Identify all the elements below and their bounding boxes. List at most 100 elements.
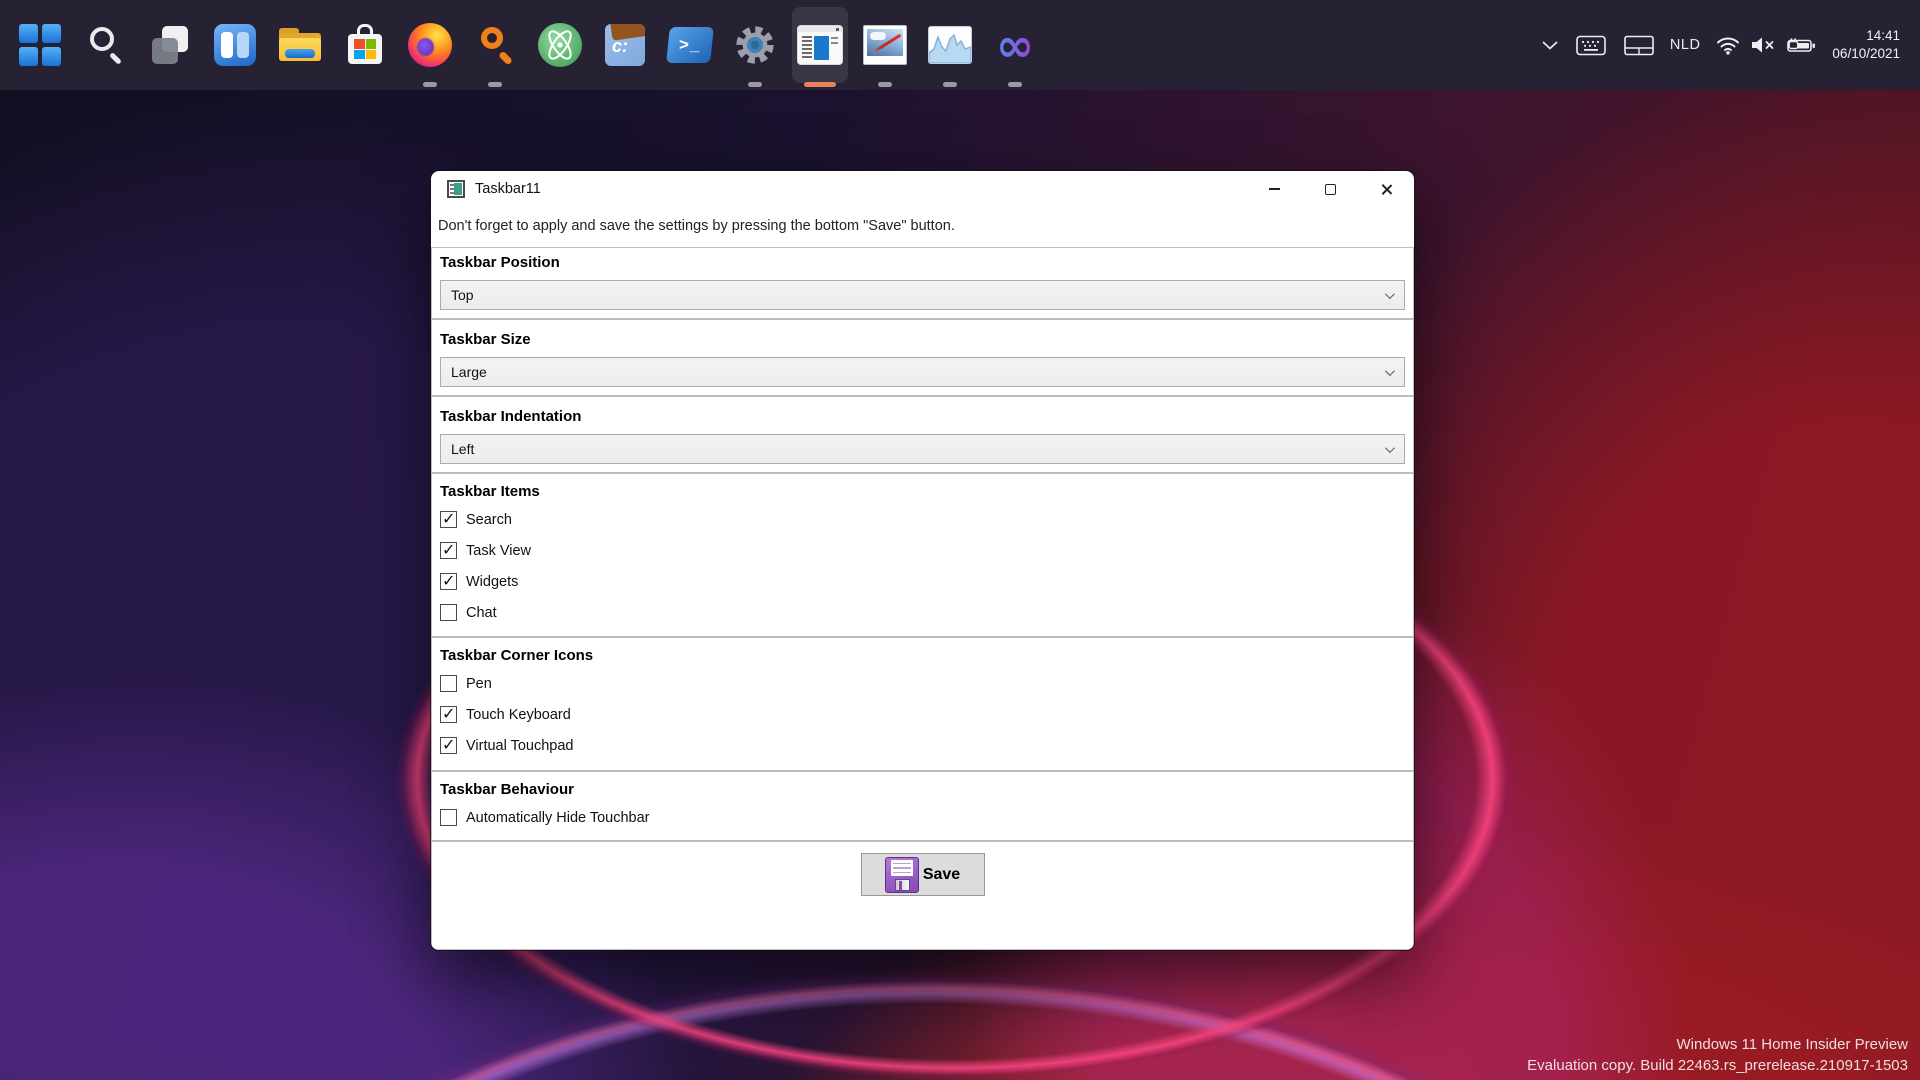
taskbar-app-list: c: >_ [0, 0, 1043, 90]
titlebar[interactable]: Taskbar11 [431, 171, 1414, 207]
checkbox: ✓ [440, 809, 457, 826]
performance-graph-icon [928, 26, 972, 64]
virtual-touchpad-icon[interactable] [1624, 35, 1654, 56]
battery-charging-icon[interactable] [1786, 36, 1816, 54]
tray-time: 14:41 [1832, 27, 1900, 45]
checkbox-virtual-touchpad[interactable]: ✓ Virtual Touchpad [440, 730, 1405, 761]
checkbox: ✓ [440, 737, 457, 754]
evaluation-watermark: Windows 11 Home Insider Preview Evaluati… [1527, 1034, 1908, 1076]
taskbar-app-visual-studio[interactable]: ∞ [987, 7, 1043, 83]
checkbox-task-view[interactable]: ✓ Task View [440, 535, 1405, 566]
search-icon [84, 24, 126, 66]
taskbar-app-everything-search[interactable] [467, 7, 523, 83]
taskbar-app-taskbar11[interactable] [792, 7, 848, 83]
group-label: Taskbar Corner Icons [440, 638, 1405, 664]
visual-studio-infinity-icon: ∞ [996, 25, 1034, 65]
taskbar-app-paint[interactable] [857, 7, 913, 83]
checkbox: ✓ [440, 511, 457, 528]
window-controls [1246, 171, 1414, 207]
checkbox: ✓ [440, 706, 457, 723]
taskbar-app-atom[interactable] [532, 7, 588, 83]
taskbar-app-firefox[interactable] [402, 7, 458, 83]
checkbox: ✓ [440, 604, 457, 621]
save-button[interactable]: Save [861, 853, 985, 896]
taskbar-app-task-view[interactable] [142, 7, 198, 83]
taskbar-app-file-explorer[interactable] [272, 7, 328, 83]
taskbar-size-dropdown[interactable]: Large [440, 357, 1405, 387]
group-label: Taskbar Indentation [440, 397, 1405, 425]
taskbar: c: >_ [0, 0, 1920, 90]
orange-magnifier-icon [473, 23, 517, 67]
language-indicator[interactable]: NLD [1670, 37, 1701, 53]
taskbar-indentation-dropdown[interactable]: Left [440, 434, 1405, 464]
tray-date: 06/10/2021 [1832, 45, 1900, 63]
windows-start-icon [19, 24, 61, 66]
desktop-wallpaper: c: >_ [0, 0, 1920, 1080]
checkbox: ✓ [440, 542, 457, 559]
info-text: Don't forget to apply and save the setti… [438, 218, 955, 234]
chocolatey-icon: c: [605, 24, 645, 66]
widgets-icon [214, 24, 256, 66]
group-label: Taskbar Behaviour [440, 772, 1405, 798]
taskbar-app-powershell[interactable]: >_ [662, 7, 718, 83]
dropdown-value: Top [451, 287, 1385, 303]
taskbar-app-settings[interactable] [727, 7, 783, 83]
floppy-disk-icon [885, 857, 919, 893]
task-view-icon [149, 24, 191, 66]
checkbox-widgets[interactable]: ✓ Widgets [440, 566, 1405, 597]
chevron-down-icon [1385, 366, 1395, 376]
system-tray: NLD [1542, 0, 1920, 90]
checkbox-pen[interactable]: ✓ Pen [440, 668, 1405, 699]
group-taskbar-indentation: Taskbar Indentation Left [431, 396, 1414, 473]
group-save: Save [431, 841, 1414, 950]
minimize-button[interactable] [1246, 171, 1302, 207]
group-taskbar-behaviour: Taskbar Behaviour ✓ Automatically Hide T… [431, 771, 1414, 841]
checkbox-search[interactable]: ✓ Search [440, 504, 1405, 535]
image-editor-icon [863, 25, 907, 65]
settings-groups: Taskbar Position Top Taskbar Size Large … [431, 247, 1414, 950]
checkbox: ✓ [440, 675, 457, 692]
watermark-line2: Evaluation copy. Build 22463.rs_prerelea… [1527, 1055, 1908, 1076]
tray-chevron-icon[interactable] [1542, 41, 1558, 50]
group-taskbar-size: Taskbar Size Large [431, 319, 1414, 396]
taskbar-app-chocolatey[interactable]: c: [597, 7, 653, 83]
volume-muted-icon[interactable] [1750, 36, 1776, 54]
powershell-icon: >_ [666, 27, 714, 63]
wifi-icon[interactable] [1716, 36, 1740, 55]
checkbox-chat[interactable]: ✓ Chat [440, 597, 1405, 628]
microsoft-store-icon [344, 23, 386, 67]
taskbar11-app-icon [797, 25, 843, 65]
group-label: Taskbar Size [440, 320, 1405, 348]
group-taskbar-items: Taskbar Items ✓ Search ✓ Task View ✓ Wid… [431, 473, 1414, 637]
window-app-icon [447, 180, 465, 198]
chevron-down-icon [1385, 289, 1395, 299]
group-taskbar-position: Taskbar Position Top [431, 247, 1414, 319]
group-label: Taskbar Position [440, 248, 1405, 271]
group-taskbar-corner-icons: Taskbar Corner Icons ✓ Pen ✓ Touch Keybo… [431, 637, 1414, 771]
window-title: Taskbar11 [475, 181, 541, 197]
gear-icon [734, 24, 776, 66]
group-label: Taskbar Items [440, 474, 1405, 500]
taskbar-app-microsoft-store[interactable] [337, 7, 393, 83]
taskbar-app-search[interactable] [77, 7, 133, 83]
checkbox-touch-keyboard[interactable]: ✓ Touch Keyboard [440, 699, 1405, 730]
file-explorer-icon [277, 24, 323, 66]
taskbar-app-start[interactable] [12, 7, 68, 83]
taskbar-position-dropdown[interactable]: Top [440, 280, 1405, 310]
taskbar-app-performance-monitor[interactable] [922, 7, 978, 83]
checkbox-automatically-hide-touchbar[interactable]: ✓ Automatically Hide Touchbar [440, 802, 1405, 833]
save-button-label: Save [923, 866, 960, 884]
atom-icon [538, 23, 582, 67]
checkbox: ✓ [440, 573, 457, 590]
taskbar11-window: Taskbar11 Don't forget to apply and save… [431, 171, 1414, 950]
firefox-icon [408, 23, 452, 67]
taskbar-app-widgets[interactable] [207, 7, 263, 83]
chevron-down-icon [1385, 443, 1395, 453]
touch-keyboard-icon[interactable] [1576, 35, 1606, 56]
clock[interactable]: 14:41 06/10/2021 [1832, 27, 1900, 63]
maximize-button[interactable] [1302, 171, 1358, 207]
watermark-line1: Windows 11 Home Insider Preview [1527, 1034, 1908, 1055]
dropdown-value: Left [451, 441, 1385, 457]
dropdown-value: Large [451, 364, 1385, 380]
close-button[interactable] [1358, 171, 1414, 207]
